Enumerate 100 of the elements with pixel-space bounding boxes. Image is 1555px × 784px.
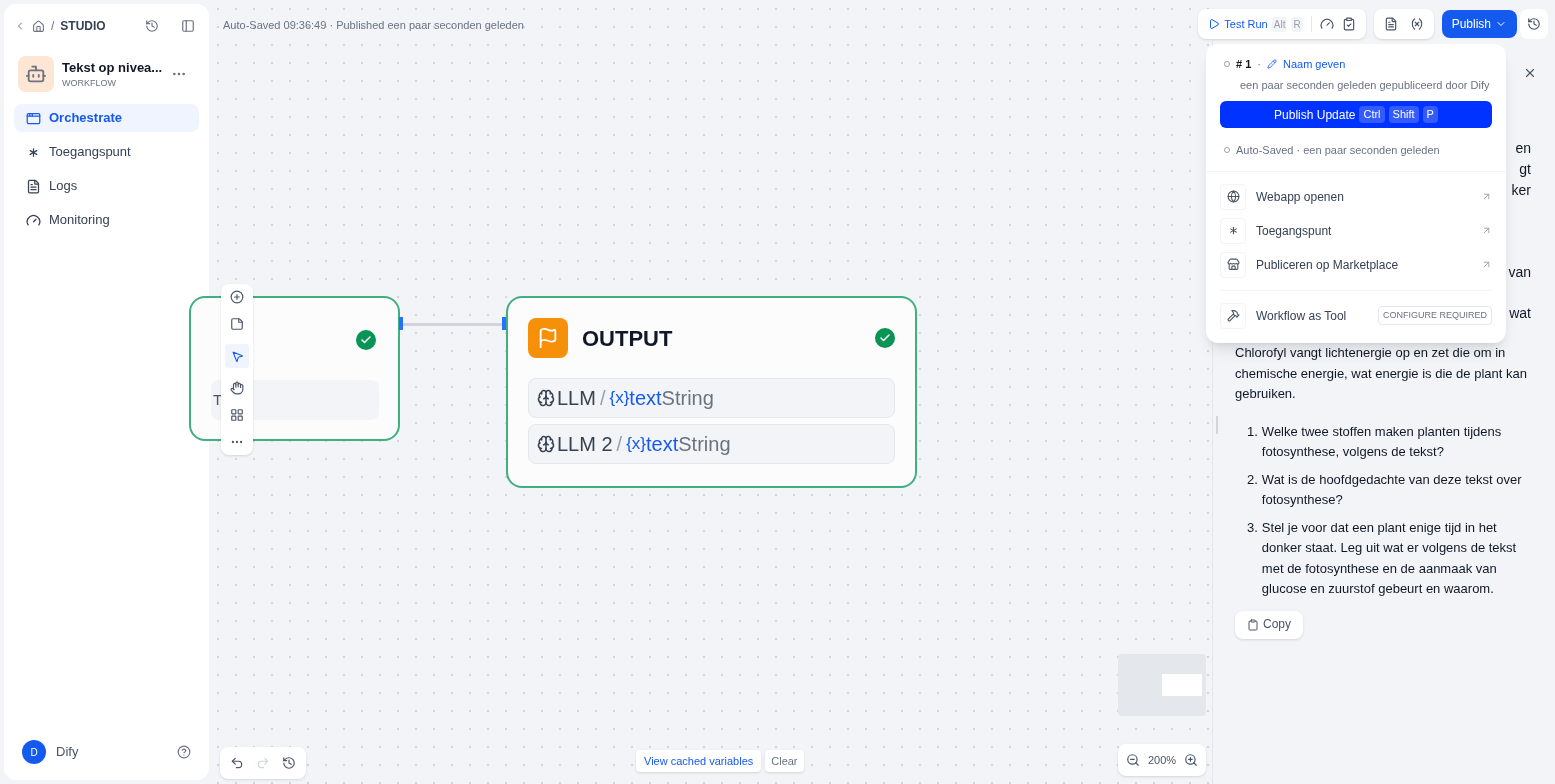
help-icon[interactable] [177,745,191,759]
hand-tool-icon[interactable] [230,381,244,395]
autosave-status: Auto-Saved · een paar seconden geleden [1236,143,1440,158]
version-meta: een paar seconden geleden gepubliceerd door Dify [1239,77,1491,93]
add-node-icon[interactable] [230,290,244,304]
menu-item[interactable]: Webapp openen [1220,183,1492,210]
nav-item[interactable]: Toegangspunt [14,138,199,166]
rename-link[interactable]: Naam geven [1282,56,1346,73]
publish-button[interactable]: Publish [1441,10,1517,38]
question-number: 1. [1247,422,1258,441]
panel-toggle-icon[interactable] [181,19,195,33]
window-icon [26,110,41,126]
publish-update-button[interactable]: Publish Update Ctrl Shift P [1220,101,1492,128]
asterisk-icon [1220,217,1246,244]
question-text: Welke twee stoffen maken planten tijdens fotosynthese, volgens de tekst? [1261,422,1503,461]
nav-item[interactable]: Logs [14,172,199,200]
clear-button[interactable]: Clear [765,750,804,772]
external-link-icon [1481,225,1492,236]
menu-item[interactable]: Toegangspunt [1220,217,1492,244]
variable-marker: {x} [609,387,630,410]
checklist-icon[interactable] [1341,17,1356,31]
hammer-icon [1220,302,1246,329]
history-icon[interactable] [282,756,296,770]
view-cached-variables-button[interactable]: View cached variables [636,750,762,772]
clipboard-icon [1247,618,1259,631]
variable-type: String [678,432,731,457]
history-icon[interactable] [145,19,159,33]
home-icon[interactable] [32,19,45,33]
external-link-icon [1481,259,1492,270]
store-icon [1220,251,1246,278]
question-number: 2. [1247,470,1258,489]
pointer-tool[interactable] [225,344,249,368]
resize-handle[interactable] [1216,416,1218,434]
menu-item-label: Webapp openen [1256,188,1344,206]
app-icon [18,56,54,92]
variable-marker: {x} [626,433,646,456]
source-label: LLM [557,386,596,411]
text-fragment: ker [1511,181,1531,200]
connector-handle[interactable] [399,317,403,330]
play-icon [1208,18,1221,30]
source-label: LLM 2 [557,432,613,457]
pointer-icon [230,349,244,363]
test-run-button[interactable]: Test Run Alt R [1208,15,1303,33]
text-fragment: van [1508,263,1531,282]
env-icon[interactable] [1383,17,1398,31]
external-link-icon [1481,191,1492,202]
zoom-level[interactable]: 200% [1147,751,1177,769]
shortcut-key: P [1422,106,1438,123]
menu-item-label: Workflow as Tool [1256,307,1347,325]
question-text: Stel je voor dat een plant enige tijd in het donker staat. Leg uit wat er volgens de tekst met de fotosynthese en de aanmaak van glucose en zuurstof gebeurt en waarom. [1261,518,1518,598]
node-title: OUTPUT [582,324,673,353]
question-text: Wat is de hoofdgedachte van deze tekst over fotosynthese? [1261,470,1523,509]
app-type: WORKFLOW [62,77,117,90]
shortcut-key: Shift [1388,106,1419,123]
note-icon[interactable] [230,317,244,331]
status-badge: CONFIGURE REQUIRED [1378,305,1492,326]
variable-type: String [661,386,714,411]
close-icon[interactable] [1523,66,1537,80]
gauge-icon [26,212,41,228]
separator: / [616,432,623,457]
user-name: Dify [56,743,79,762]
history-button[interactable] [1520,9,1548,39]
output-node[interactable]: OUTPUT LLM / {x}textString LLM 2 / {x}textString [506,296,917,488]
flag-icon [528,318,568,358]
answer-paragraph: Chlorofyl vangt lichtenergie op en zet die om in chemische energie, wat energie is die de plant kan gebruiken. [1235,344,1528,403]
separator: / [599,386,606,411]
zoom-out-icon[interactable] [1126,753,1140,767]
connector-handle[interactable] [502,317,506,330]
globe-icon [1220,183,1246,210]
menu-item-label: Toegangspunt [1256,222,1332,240]
app-name: Tekst op nivea... [62,58,163,77]
pencil-icon[interactable] [1266,59,1277,70]
zoom-in-icon[interactable] [1184,753,1198,767]
nav-item[interactable]: Monitoring [14,206,199,234]
shortcut-key: Alt [1271,16,1288,32]
copy-button[interactable]: Copy [1235,610,1303,639]
organize-icon[interactable] [230,408,244,422]
variable-name: text [629,386,662,411]
shortcut-key: R [1291,16,1303,32]
nav-item[interactable]: Orchestrate [14,104,199,132]
menu-item[interactable]: Publiceren op Marketplace [1220,251,1492,278]
variable-name: text [646,432,679,457]
history-icon [1527,17,1541,31]
breadcrumb[interactable]: STUDIO [60,17,106,35]
breadcrumb-separator: / [51,18,55,34]
undo-icon[interactable] [230,756,244,770]
document-icon [26,178,41,194]
save-status: Auto-Saved 09:36:49 · Published een paar seconden geleden [223,18,524,33]
menu-item[interactable]: Workflow as Tool CONFIGURE REQUIRED [1220,302,1492,329]
version-separator: · [1257,57,1261,72]
text-fragment: en [1515,139,1531,158]
question-number: 3. [1247,518,1258,537]
text-fragment: wat [1509,304,1531,323]
variable-icon[interactable] [1409,17,1424,31]
version-number: # 1 [1236,57,1252,72]
menu-item-label: Publiceren op Marketplace [1256,256,1399,274]
llm-icon [537,435,555,453]
shortcut-key: Ctrl [1359,106,1385,123]
user-avatar[interactable]: D [22,740,46,764]
text-fragment: gt [1519,160,1531,179]
